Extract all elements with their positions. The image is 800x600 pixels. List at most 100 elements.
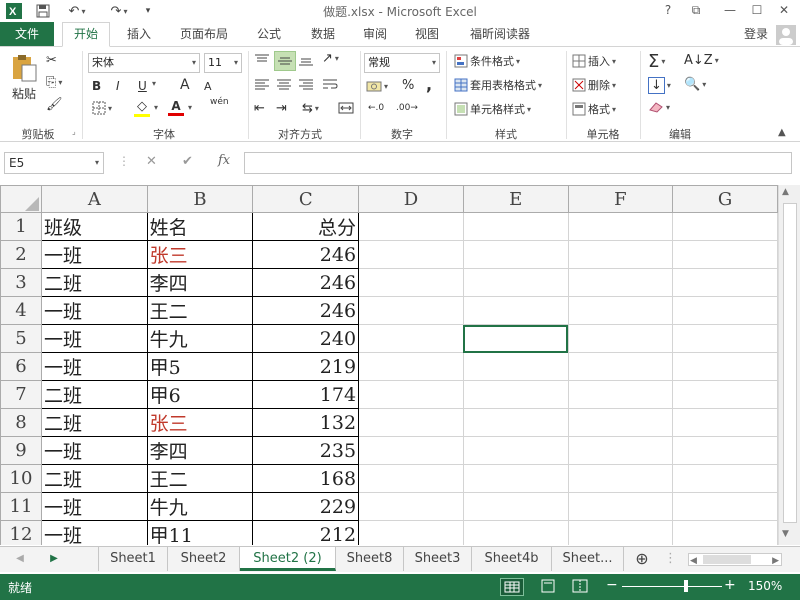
font-color-dropdown-icon[interactable]: ▾ [186,103,192,112]
clear-icon[interactable]: ▾ [648,101,670,113]
cell-a[interactable]: 一班 [41,324,148,353]
name-box[interactable]: E5 ▾ [4,152,104,174]
sheet-tab-sheet3[interactable]: Sheet3 [404,547,472,571]
cell-empty[interactable] [672,492,778,521]
cell-empty[interactable] [672,464,778,493]
orientation-icon[interactable]: ↗ ▾ [322,51,339,66]
cell-empty[interactable] [567,268,674,297]
cell-c[interactable]: 总分 [252,212,360,241]
undo-icon[interactable]: ↶ ▾ [62,1,92,21]
cell-empty[interactable] [358,520,464,545]
cell-empty[interactable] [358,212,464,241]
cell-c[interactable]: 246 [252,296,360,325]
cell-a[interactable]: 一班 [41,296,148,325]
row-header[interactable]: 12 [0,520,42,545]
tab-data[interactable]: 数据 [302,22,344,46]
zoom-out-button[interactable]: − [606,577,618,593]
tab-review[interactable]: 审阅 [354,22,396,46]
cell-c[interactable]: 132 [252,408,360,437]
redo-icon[interactable]: ↷ ▾ [104,1,134,21]
cell-empty[interactable] [358,324,464,353]
borders-icon[interactable]: ▾ [92,101,112,115]
cell-empty[interactable] [358,492,464,521]
column-header-a[interactable]: A [41,185,148,213]
cell-empty[interactable] [672,380,778,409]
comma-button[interactable]: , [426,75,432,94]
increase-decimal-icon[interactable]: ←.0 [368,103,384,113]
cell-a[interactable]: 二班 [41,464,148,493]
hscroll-thumb[interactable] [703,555,751,564]
decrease-indent-icon[interactable]: ⇤ [254,101,265,116]
cell-a[interactable]: 一班 [41,436,148,465]
row-header[interactable]: 10 [0,464,42,493]
cell-b[interactable]: 甲5 [146,352,254,381]
row-header[interactable]: 9 [0,436,42,465]
format-painter-icon[interactable]: 🖌 [46,97,63,112]
cell-empty[interactable] [358,408,464,437]
column-header-c[interactable]: C [252,185,360,213]
tab-splitter-icon[interactable]: ⋮ [664,547,677,571]
cell-c[interactable]: 219 [252,352,360,381]
row-header[interactable]: 11 [0,492,42,521]
ribbon-display-button[interactable]: ⧉ [684,0,708,20]
cell-empty[interactable] [462,436,569,465]
cell-empty[interactable] [567,436,674,465]
align-middle-icon[interactable] [274,51,296,71]
underline-dropdown-icon[interactable]: ▾ [150,79,156,88]
tab-home[interactable]: 开始 [62,22,110,47]
align-right-icon[interactable] [298,77,314,91]
fill-color-icon[interactable]: ◇ [134,99,150,117]
decrease-decimal-icon[interactable]: .00→ [396,103,418,113]
delete-cells-button[interactable]: 删除 ▾ [572,77,616,93]
add-sheet-icon[interactable]: ⊕ [630,547,654,571]
minimize-button[interactable]: — [718,0,742,20]
close-button[interactable]: ✕ [772,0,796,20]
cell-c[interactable]: 246 [252,268,360,297]
column-header-b[interactable]: B [146,185,254,213]
copy-icon[interactable]: ⎘ ▾ [46,75,62,90]
grow-font-button[interactable]: A [180,77,190,93]
increase-indent-icon[interactable]: ⇥ [276,101,287,116]
scroll-down-icon[interactable]: ▼ [782,529,789,539]
sheet-tab-sheet4b[interactable]: Sheet4b [472,547,552,571]
merge-center-icon[interactable] [338,101,354,115]
confirm-entry-button[interactable]: ✔ [182,154,193,169]
cell-empty[interactable] [358,436,464,465]
cell-a[interactable]: 一班 [41,240,148,269]
format-as-table-button[interactable]: 套用表格格式 ▾ [454,77,542,93]
phonetic-icon[interactable]: wén [210,97,229,107]
cell-empty[interactable] [358,352,464,381]
paste-button[interactable]: 粘贴 [6,53,42,102]
cell-empty[interactable] [567,296,674,325]
cell-empty[interactable] [567,380,674,409]
insert-function-button[interactable]: fx [218,153,230,168]
cell-a[interactable]: 一班 [41,352,148,381]
cancel-entry-button[interactable]: ✕ [146,154,157,169]
cell-c[interactable]: 235 [252,436,360,465]
cell-c[interactable]: 212 [252,520,360,545]
cell-empty[interactable] [567,408,674,437]
wrap-text-icon[interactable] [322,77,338,91]
cell-empty[interactable] [462,464,569,493]
formula-bar-menu-icon[interactable]: ⋮ [118,154,130,168]
sheet-tab-sheet2[interactable]: Sheet2 [168,547,240,571]
cell-empty[interactable] [672,436,778,465]
find-select-icon[interactable]: 🔍 ▾ [684,77,706,92]
prev-sheet-icon[interactable]: ◀ [10,547,30,571]
cell-empty[interactable] [672,324,778,353]
customize-qat-icon[interactable]: ▾ [142,1,154,21]
column-header-g[interactable]: G [672,185,778,213]
cell-empty[interactable] [567,240,674,269]
scroll-up-icon[interactable]: ▲ [782,187,789,197]
format-cells-button[interactable]: 格式 ▾ [572,101,616,117]
sheet-tab-sheet1[interactable]: Sheet1 [98,547,168,571]
text-direction-icon[interactable]: ⇆ ▾ [302,101,319,116]
italic-button[interactable]: I [116,79,120,93]
sign-in-link[interactable]: 登录 [738,22,774,46]
percent-button[interactable]: % [402,78,414,93]
fill-icon[interactable]: ↓ ▾ [648,77,671,94]
cell-empty[interactable] [672,296,778,325]
cell-empty[interactable] [567,212,674,241]
sheet-tab-sheet8[interactable]: Sheet8 [336,547,404,571]
save-icon[interactable] [32,1,54,21]
